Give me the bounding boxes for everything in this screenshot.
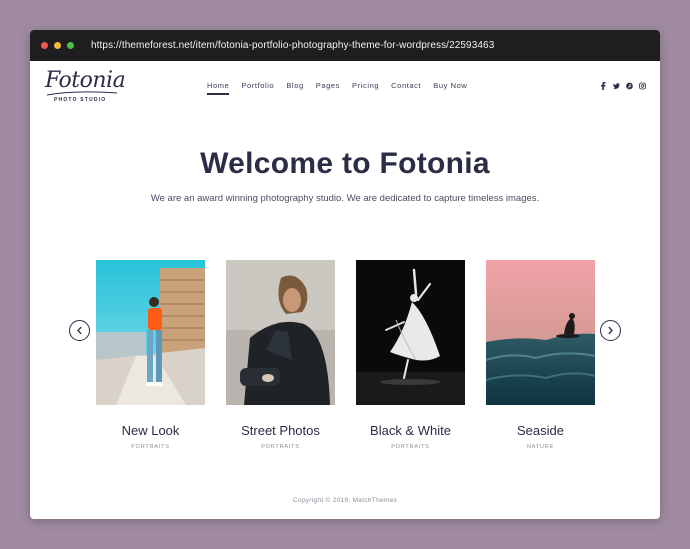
page-subtitle: We are an award winning photography stud… <box>150 193 540 204</box>
gallery-image[interactable] <box>486 260 595 405</box>
chevron-left-icon <box>77 326 82 335</box>
gallery-card-title[interactable]: New Look <box>96 423 205 438</box>
logo-swoosh-icon <box>46 91 118 96</box>
carousel-next-button[interactable] <box>600 320 621 341</box>
gallery-card[interactable]: New Look PORTRAITS <box>96 260 205 450</box>
nav-buy-now[interactable]: Buy Now <box>433 81 467 95</box>
gallery-image[interactable] <box>96 260 205 405</box>
close-window-button[interactable] <box>41 42 48 49</box>
gallery-card-title[interactable]: Street Photos <box>226 423 335 438</box>
browser-window: https://themeforest.net/item/fotonia-por… <box>30 30 660 519</box>
browser-titlebar: https://themeforest.net/item/fotonia-por… <box>30 30 660 61</box>
main-nav: Home Portfolio Blog Pages Pricing Contac… <box>207 81 479 95</box>
gallery-card[interactable]: Seaside NATURE <box>486 260 595 450</box>
social-links <box>593 82 646 90</box>
nav-contact[interactable]: Contact <box>391 81 421 95</box>
carousel-prev-button[interactable] <box>69 320 90 341</box>
twitter-icon[interactable] <box>613 82 620 90</box>
nav-portfolio[interactable]: Portfolio <box>241 81 274 95</box>
logo-tagline: PHOTO STUDIO <box>54 97 107 103</box>
nav-home[interactable]: Home <box>207 81 230 95</box>
gallery-card[interactable]: Street Photos PORTRAITS <box>226 260 335 450</box>
maximize-window-button[interactable] <box>67 42 74 49</box>
instagram-icon[interactable] <box>639 82 646 90</box>
pinterest-icon[interactable] <box>626 82 633 90</box>
site-header: Fotonia PHOTO STUDIO Home Portfolio Blog… <box>30 61 660 121</box>
footer-copyright: Copyright © 2019, MatchThemes <box>292 497 398 504</box>
gallery-card-category: PORTRAITS <box>391 444 430 450</box>
gallery-card-category: PORTRAITS <box>261 444 300 450</box>
gallery-image[interactable] <box>356 260 465 405</box>
gallery-image[interactable] <box>226 260 335 405</box>
facebook-icon[interactable] <box>600 82 606 90</box>
gallery-card-category: PORTRAITS <box>131 444 170 450</box>
gallery-card[interactable]: Black & White PORTRAITS <box>356 260 465 450</box>
page-title: Welcome to Fotonia <box>200 147 490 180</box>
nav-blog[interactable]: Blog <box>286 81 303 95</box>
gallery-card-category: NATURE <box>526 444 554 450</box>
nav-pricing[interactable]: Pricing <box>352 81 379 95</box>
chevron-right-icon <box>608 326 613 335</box>
site-logo[interactable]: Fotonia PHOTO STUDIO <box>45 69 126 104</box>
nav-pages[interactable]: Pages <box>316 81 340 95</box>
minimize-window-button[interactable] <box>54 42 61 49</box>
gallery-card-title[interactable]: Seaside <box>486 423 595 438</box>
address-bar[interactable]: https://themeforest.net/item/fotonia-por… <box>91 40 494 51</box>
gallery-card-title[interactable]: Black & White <box>356 423 465 438</box>
